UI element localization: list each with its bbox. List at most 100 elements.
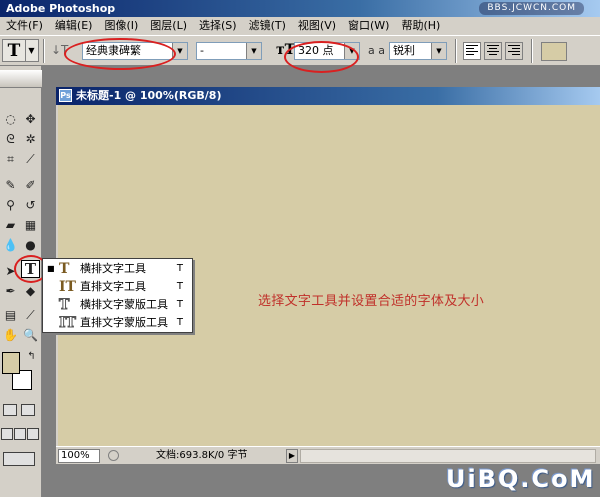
- notes-tool-icon[interactable]: ▤: [1, 306, 20, 324]
- flyout-item-shortcut: T: [176, 281, 183, 292]
- font-family-value: 经典隶碑繁: [86, 44, 141, 57]
- watermark-top: BBS.JCWCN.COM: [479, 2, 584, 15]
- status-icon: [108, 450, 119, 461]
- menu-filter[interactable]: 滤镜(T): [243, 17, 292, 35]
- flyout-item-shortcut: T: [176, 299, 183, 310]
- text-color-swatch[interactable]: [541, 42, 567, 61]
- type-tool-icon: T: [7, 40, 21, 61]
- font-style-select[interactable]: - ▼: [196, 42, 262, 60]
- flyout-item-shortcut: T: [176, 263, 183, 274]
- app-title: Adobe Photoshop: [6, 2, 116, 15]
- type-tool-flyout: ■ T 横排文字工具 T ⅠT 直排文字工具 T T 横排文字蒙版工具 T ⅠT…: [42, 258, 193, 333]
- font-size-value: 320 点: [298, 44, 334, 57]
- flyout-item-horizontal-type[interactable]: ■ T 横排文字工具 T: [43, 260, 192, 278]
- flyout-item-horizontal-type-mask[interactable]: T 横排文字蒙版工具 T: [43, 296, 192, 314]
- vertical-type-icon: ⅠT: [59, 279, 76, 295]
- canvas-annotation: 选择文字工具并设置合适的字体及大小: [258, 294, 485, 309]
- chevron-down-icon[interactable]: ▼: [431, 43, 446, 59]
- flyout-item-label: 直排文字工具: [80, 280, 146, 293]
- screen-mode-full-button[interactable]: [27, 428, 39, 440]
- clone-stamp-tool-icon[interactable]: ⚲: [1, 196, 20, 214]
- separator: [43, 39, 45, 63]
- menu-help[interactable]: 帮助(H): [395, 17, 446, 35]
- flyout-item-label: 横排文字蒙版工具: [80, 298, 168, 311]
- font-size-icon: тT: [276, 42, 296, 58]
- menu-file[interactable]: 文件(F): [0, 17, 49, 35]
- menu-layer[interactable]: 图层(L): [144, 17, 193, 35]
- menu-image[interactable]: 图像(I): [98, 17, 144, 35]
- toolbox-header: [0, 70, 42, 88]
- dodge-tool-icon[interactable]: ●: [21, 236, 40, 254]
- tool-preset-picker[interactable]: T ▼: [2, 39, 39, 62]
- status-bar: 100% 文档:693.8K/0 字节 ▶: [56, 446, 600, 464]
- move-tool-icon[interactable]: ✥: [21, 110, 40, 128]
- history-brush-tool-icon[interactable]: ↺: [21, 196, 40, 214]
- shape-tool-icon[interactable]: ◆: [21, 282, 40, 300]
- eyedropper-tool-icon[interactable]: ⟋: [21, 306, 40, 324]
- status-menu-arrow[interactable]: ▶: [286, 449, 298, 463]
- zoom-tool-icon[interactable]: 🔍: [21, 326, 40, 344]
- anti-alias-value: 锐利: [393, 44, 415, 57]
- app-title-bar: Adobe Photoshop BBS.JCWCN.COM: [0, 0, 600, 17]
- foreground-color-swatch[interactable]: [2, 352, 20, 374]
- path-selection-tool-icon[interactable]: ➤: [1, 262, 20, 280]
- marquee-tool-icon[interactable]: ◌: [1, 110, 20, 128]
- photoshop-document-icon: Ps: [59, 89, 72, 102]
- menu-window[interactable]: 窗口(W): [342, 17, 395, 35]
- flyout-item-shortcut: T: [176, 317, 183, 328]
- zoom-field[interactable]: 100%: [58, 449, 100, 463]
- gradient-tool-icon[interactable]: ▦: [21, 216, 40, 234]
- font-style-value: -: [200, 44, 204, 57]
- anti-alias-select[interactable]: 锐利 ▼: [389, 42, 447, 60]
- document-info: 文档:693.8K/0 字节: [156, 450, 248, 461]
- healing-brush-tool-icon[interactable]: ✎: [1, 176, 20, 194]
- flyout-item-label: 横排文字工具: [80, 262, 146, 275]
- type-tool-button[interactable]: T: [21, 260, 40, 278]
- quick-mask-mode-button[interactable]: [21, 404, 35, 416]
- flyout-item-vertical-type-mask[interactable]: ⅠT 直排文字蒙版工具 T: [43, 314, 192, 332]
- screen-mode-standard-button[interactable]: [1, 428, 13, 440]
- horizontal-type-icon: T: [59, 261, 70, 277]
- anti-alias-icon: a a: [368, 44, 385, 57]
- font-size-select[interactable]: 320 点 ▼: [294, 42, 360, 60]
- document-title-bar[interactable]: Ps 未标题-1 @ 100%(RGB/8): [56, 87, 600, 105]
- brush-tool-icon[interactable]: ✐: [21, 176, 40, 194]
- separator: [531, 39, 533, 63]
- chevron-down-icon[interactable]: ▼: [344, 43, 359, 59]
- font-family-select[interactable]: 经典隶碑繁 ▼: [82, 42, 188, 60]
- options-bar: T ▼ ↓T 经典隶碑繁 ▼ - ▼ тT 320 点 ▼ a a 锐利 ▼: [0, 35, 600, 66]
- standard-mode-button[interactable]: [3, 404, 17, 416]
- menu-bar: 文件(F) 编辑(E) 图像(I) 图层(L) 选择(S) 滤镜(T) 视图(V…: [0, 17, 600, 35]
- watermark-bottom: UiBQ.CoM: [446, 465, 596, 493]
- toolbox: ◌ ✥ ᘓ ✲ ⌗ ⟋ ✎ ✐ ⚲ ↺ ▰ ▦ 💧 ● ➤ T ✒ ◆ ▤ ⟋ …: [0, 66, 42, 497]
- selected-marker-icon: ■: [47, 264, 55, 273]
- chevron-down-icon[interactable]: ▼: [246, 43, 261, 59]
- eraser-tool-icon[interactable]: ▰: [1, 216, 20, 234]
- separator: [455, 39, 457, 63]
- horizontal-scrollbar[interactable]: [300, 449, 596, 463]
- blur-tool-icon[interactable]: 💧: [1, 236, 20, 254]
- lasso-tool-icon[interactable]: ᘓ: [1, 130, 20, 148]
- flyout-item-label: 直排文字蒙版工具: [80, 316, 168, 329]
- swap-colors-icon[interactable]: ↰: [22, 348, 41, 366]
- text-orientation-icon[interactable]: ↓T: [51, 43, 68, 57]
- document-title: 未标题-1 @ 100%(RGB/8): [76, 89, 222, 102]
- flyout-item-vertical-type[interactable]: ⅠT 直排文字工具 T: [43, 278, 192, 296]
- align-center-button[interactable]: [484, 42, 502, 60]
- menu-view[interactable]: 视图(V): [292, 17, 342, 35]
- chevron-down-icon[interactable]: ▼: [25, 40, 37, 61]
- screen-mode-full-menu-button[interactable]: [14, 428, 26, 440]
- vertical-type-mask-icon: ⅠT: [59, 315, 77, 332]
- align-left-button[interactable]: [463, 42, 481, 60]
- jump-to-imageready-button[interactable]: [3, 452, 35, 466]
- horizontal-type-mask-icon: T: [58, 297, 70, 314]
- pen-tool-icon[interactable]: ✒: [1, 282, 20, 300]
- crop-tool-icon[interactable]: ⌗: [1, 150, 20, 168]
- menu-select[interactable]: 选择(S): [193, 17, 243, 35]
- slice-tool-icon[interactable]: ⟋: [21, 150, 40, 168]
- hand-tool-icon[interactable]: ✋: [1, 326, 20, 344]
- align-right-button[interactable]: [505, 42, 523, 60]
- menu-edit[interactable]: 编辑(E): [49, 17, 99, 35]
- chevron-down-icon[interactable]: ▼: [172, 43, 187, 59]
- magic-wand-tool-icon[interactable]: ✲: [21, 130, 40, 148]
